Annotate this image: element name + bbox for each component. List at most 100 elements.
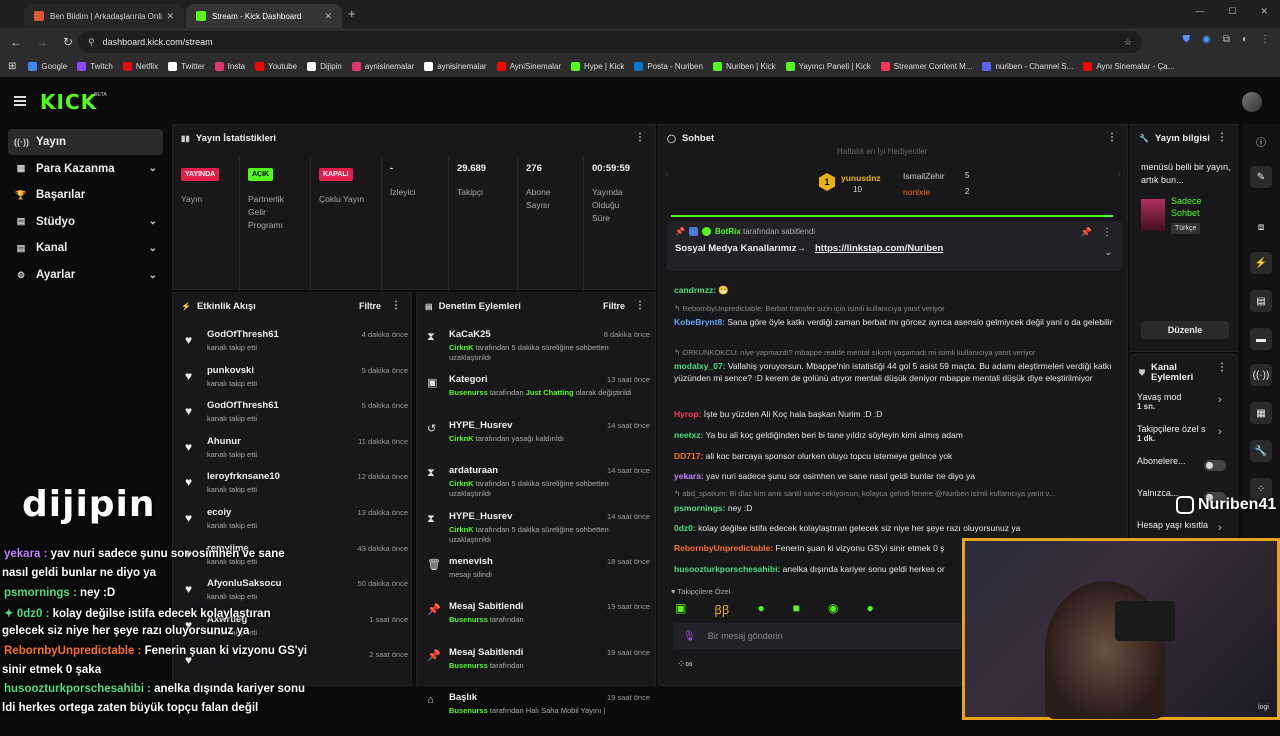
- bookmark-item[interactable]: Twitch: [77, 62, 113, 71]
- gifter-name[interactable]: IsmailZehir: [903, 171, 945, 181]
- more-options-icon[interactable]: ⋮: [1217, 132, 1227, 143]
- chat-username[interactable]: yekara:: [674, 471, 704, 481]
- bookmark-item[interactable]: Aynı Sinemalar - Ça...: [1083, 62, 1174, 71]
- emote-icon[interactable]: ■: [793, 601, 800, 618]
- url-input[interactable]: ⚲ dashboard.kick.com/stream ☆: [78, 31, 1142, 53]
- channel-action-item[interactable]: Hesap yaşı kısıtla: [1137, 520, 1229, 530]
- moderator-name[interactable]: CirknK: [449, 525, 474, 534]
- bookmark-item[interactable]: Posta - Nuriben: [634, 62, 703, 71]
- moderator-name[interactable]: CirknK: [449, 479, 474, 488]
- moderator-name[interactable]: Busenurss: [449, 706, 488, 715]
- channel-action-item[interactable]: Takipçilere özel s1 dk.: [1137, 424, 1229, 443]
- chat-username[interactable]: DD717:: [674, 451, 703, 461]
- chat-username[interactable]: neetxz:: [674, 430, 703, 440]
- action-target[interactable]: HYPE_Husrev: [449, 511, 512, 522]
- category-link[interactable]: Sadece Sohbet: [1171, 195, 1231, 219]
- bookmark-item[interactable]: Hype | Kick: [571, 62, 624, 71]
- channel-action-item[interactable]: Yavaş mod 1 sn.: [1137, 392, 1229, 411]
- channel-action-item[interactable]: Abonelere...: [1137, 456, 1229, 466]
- chat-username[interactable]: RebornbyUnpredictable:: [674, 543, 773, 553]
- extension-shield-icon[interactable]: ⛊: [1183, 34, 1191, 45]
- more-options-icon[interactable]: ⋮: [635, 132, 645, 143]
- new-tab-icon[interactable]: +: [348, 6, 356, 21]
- follower-name[interactable]: leroyfrknsane10: [207, 471, 280, 482]
- bookmark-item[interactable]: nuriben - Channel S...: [982, 62, 1073, 71]
- action-target[interactable]: HYPE_Husrev: [449, 420, 512, 431]
- follower-name[interactable]: Ahunur: [207, 436, 241, 447]
- user-avatar[interactable]: [1242, 92, 1262, 112]
- bookmark-star-icon[interactable]: ☆: [1124, 37, 1132, 48]
- browser-tab-1[interactable]: Ben Bildim | Arkadaşlarınla Onli ✕: [24, 4, 184, 28]
- storage-icon[interactable]: ▦: [1250, 402, 1272, 424]
- bolt-icon[interactable]: ⚡: [1250, 252, 1272, 274]
- apps-grid-icon[interactable]: ⊞: [8, 61, 16, 72]
- next-arrow-icon[interactable]: ›: [1118, 169, 1121, 180]
- microphone-icon[interactable]: 🎙: [683, 631, 696, 642]
- prev-arrow-icon[interactable]: ‹: [665, 169, 668, 180]
- filter-button[interactable]: Filtre: [359, 301, 381, 311]
- pinned-by-user[interactable]: BotRix: [715, 227, 741, 236]
- category-name[interactable]: Just Chatting: [526, 388, 574, 397]
- unpin-icon[interactable]: 📌: [1081, 227, 1092, 238]
- gifter-name[interactable]: yunusdnz: [841, 173, 881, 183]
- edit-icon[interactable]: ✎: [1250, 166, 1272, 188]
- chat-settings-icon[interactable]: ⁘∞: [677, 659, 693, 670]
- broadcast-icon[interactable]: ((·)): [1250, 364, 1272, 386]
- emote-icon[interactable]: ꞵꞵ: [714, 601, 729, 618]
- kick-logo[interactable]: KICK: [40, 90, 97, 114]
- minimize-icon[interactable]: —: [1195, 6, 1204, 17]
- follower-name[interactable]: GodOfThresh61: [207, 329, 279, 340]
- action-target[interactable]: Kategori: [449, 374, 488, 385]
- forward-icon[interactable]: →: [32, 35, 52, 49]
- browser-menu-icon[interactable]: ⋮: [1260, 34, 1270, 45]
- extension-icon[interactable]: ◉: [1202, 34, 1211, 45]
- back-icon[interactable]: ←: [6, 35, 26, 49]
- moderator-name[interactable]: Busenurss: [449, 388, 488, 397]
- follower-name[interactable]: ecoiy: [207, 507, 231, 518]
- more-options-icon[interactable]: ⋮: [1217, 362, 1227, 373]
- close-tab-icon[interactable]: ✕: [166, 11, 174, 22]
- more-options-icon[interactable]: ⋮: [391, 300, 401, 311]
- emote-icon[interactable]: ▣: [675, 601, 686, 618]
- bookmark-item[interactable]: Yayıncı Paneli | Kick: [785, 62, 871, 71]
- sidebar-item-5[interactable]: ⚙ Ayarlar ⌄: [8, 262, 163, 288]
- action-target[interactable]: Mesaj Sabitlendi: [449, 601, 523, 612]
- moderator-name[interactable]: CirknK: [449, 434, 474, 443]
- more-options-icon[interactable]: ⋮: [1107, 132, 1117, 143]
- chat-username[interactable]: candrmzz:: [674, 285, 716, 295]
- chat-username[interactable]: modalxy_07:: [674, 361, 726, 371]
- site-info-icon[interactable]: ⚲: [88, 37, 95, 48]
- chevron-down-icon[interactable]: ⌄: [1104, 247, 1112, 258]
- chat-username[interactable]: Hyrop:: [674, 409, 701, 419]
- emote-icon[interactable]: ●: [758, 601, 765, 618]
- more-options-icon[interactable]: ⋮: [1102, 227, 1112, 238]
- reload-icon[interactable]: ↻: [58, 35, 78, 49]
- moderator-name[interactable]: CirknK: [449, 343, 474, 352]
- sidebar-item-4[interactable]: ▤ Kanal ⌄: [8, 235, 163, 261]
- bookmark-item[interactable]: Streamer Content M...: [880, 62, 972, 71]
- sidebar-item-2[interactable]: 🏆 Başarılar: [8, 182, 163, 208]
- profile-icon[interactable]: ◐: [1242, 34, 1248, 45]
- gifter-name[interactable]: nonixie: [903, 187, 930, 197]
- action-target[interactable]: Mesaj Sabitlendi: [449, 647, 523, 658]
- close-tab-icon[interactable]: ✕: [324, 11, 332, 22]
- bookmark-item[interactable]: Twitter: [168, 62, 205, 71]
- action-target[interactable]: Başlık: [449, 692, 477, 703]
- layout-icon[interactable]: ⧈: [1250, 216, 1272, 238]
- bookmark-item[interactable]: Youtube: [255, 62, 297, 71]
- emote-icon[interactable]: ●: [866, 601, 873, 618]
- moderator-name[interactable]: Busenurss: [449, 661, 488, 670]
- hamburger-menu-icon[interactable]: [14, 96, 26, 106]
- follower-name[interactable]: AfyonluSaksocu: [207, 578, 281, 589]
- bookmark-item[interactable]: aynisinemalar: [424, 62, 487, 71]
- bookmark-item[interactable]: Nuriben | Kick: [712, 62, 776, 71]
- wrench-icon[interactable]: 🔧: [1250, 440, 1272, 462]
- chat-username[interactable]: husoozturkporschesahibi:: [674, 564, 780, 574]
- moderator-name[interactable]: Busenurss: [449, 615, 488, 624]
- bookmark-item[interactable]: Insta: [214, 62, 245, 71]
- action-target[interactable]: KaCaK25: [449, 329, 491, 340]
- filter-button[interactable]: Filtre: [603, 301, 625, 311]
- list-icon[interactable]: ▤: [1250, 290, 1272, 312]
- bookmark-item[interactable]: AyniSinemalar: [496, 62, 561, 71]
- chat-username[interactable]: KobeBrynt8:: [674, 317, 725, 327]
